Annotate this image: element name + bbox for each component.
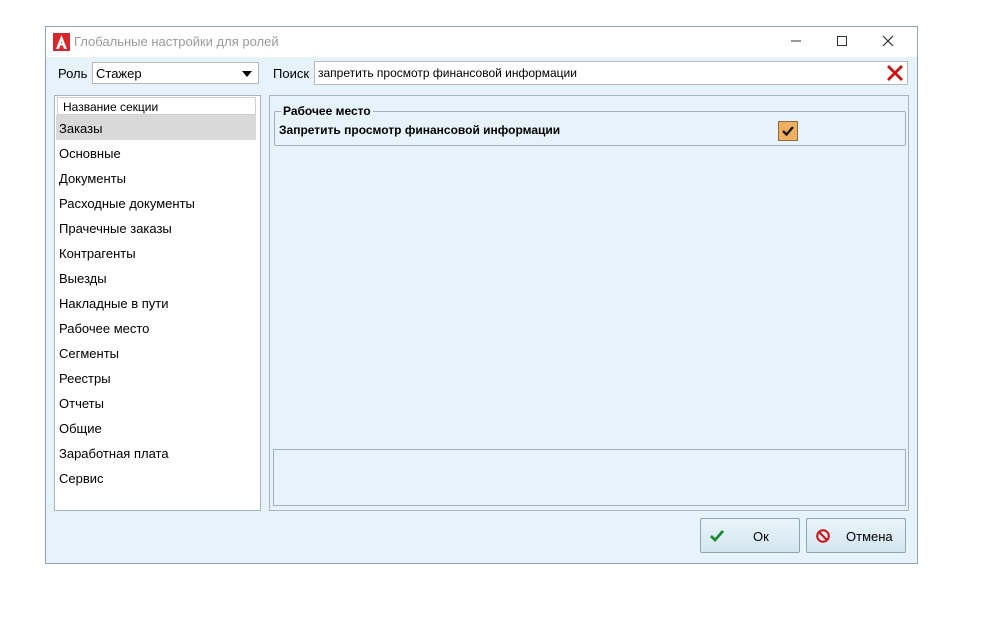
section-item[interactable]: Заработная плата (56, 440, 256, 465)
search-label: Поиск (273, 66, 310, 81)
cancel-label: Отмена (846, 529, 893, 544)
section-item[interactable]: Контрагенты (56, 240, 256, 265)
cancel-button[interactable]: Отмена (806, 518, 906, 553)
section-item[interactable]: Рабочее место (56, 315, 256, 340)
maximize-button[interactable] (819, 27, 865, 55)
setting-checkbox[interactable] (778, 121, 798, 141)
section-item[interactable]: Накладные в пути (56, 290, 256, 315)
section-item[interactable]: Общие (56, 415, 256, 440)
checkmark-icon (782, 126, 794, 137)
check-icon (710, 530, 725, 543)
minimize-button[interactable] (773, 27, 819, 55)
section-item[interactable]: Выезды (56, 265, 256, 290)
ok-label: Ок (753, 529, 769, 544)
section-item[interactable]: Заказы (56, 115, 256, 140)
settings-dialog: Глобальные настройки для ролей Роль Стаж… (45, 26, 918, 564)
section-item[interactable]: Сервис (56, 465, 256, 490)
chevron-down-icon[interactable] (242, 71, 252, 77)
section-item[interactable]: Прачечные заказы (56, 215, 256, 240)
role-value: Стажер (96, 66, 142, 81)
description-box (273, 449, 906, 506)
section-item[interactable]: Отчеты (56, 390, 256, 415)
minimize-icon (791, 40, 801, 42)
search-input[interactable]: запретить просмотр финансовой информации (314, 61, 908, 85)
section-item[interactable]: Сегменты (56, 340, 256, 365)
sections-header: Название секции (57, 97, 256, 115)
role-select[interactable]: Стажер (92, 62, 259, 84)
section-item[interactable]: Основные (56, 140, 256, 165)
close-icon (882, 35, 894, 47)
ok-button[interactable]: Ок (700, 518, 800, 553)
maximize-icon (837, 36, 847, 46)
cancel-icon (816, 529, 830, 543)
search-value: запретить просмотр финансовой информации (318, 66, 577, 80)
section-item[interactable]: Документы (56, 165, 256, 190)
sections-list: Название секции Заказы Основные Документ… (54, 95, 261, 511)
setting-label: Запретить просмотр финансовой информации (279, 123, 561, 137)
clear-icon[interactable] (887, 65, 903, 81)
title-bar: Глобальные настройки для ролей (46, 27, 917, 57)
settings-panel: Рабочее место Запретить просмотр финансо… (269, 95, 909, 511)
close-button[interactable] (865, 27, 911, 55)
settings-group: Рабочее место Запретить просмотр финансо… (274, 104, 906, 146)
role-label: Роль (58, 66, 88, 81)
app-logo-icon (53, 33, 70, 51)
section-item[interactable]: Расходные документы (56, 190, 256, 215)
section-item[interactable]: Реестры (56, 365, 256, 390)
group-title: Рабочее место (281, 104, 373, 118)
window-title: Глобальные настройки для ролей (74, 34, 279, 49)
